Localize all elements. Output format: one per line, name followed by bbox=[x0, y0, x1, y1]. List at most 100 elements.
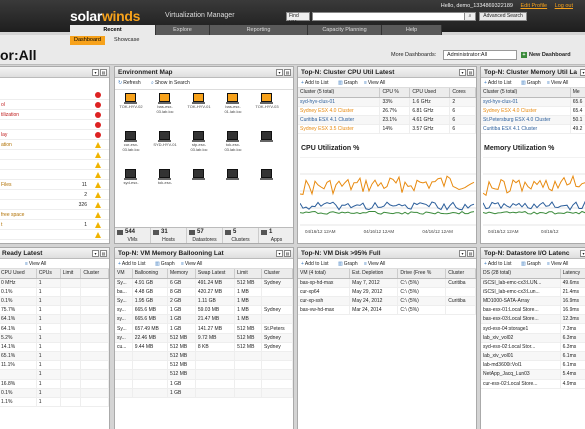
column-header[interactable]: VM (4 total) bbox=[298, 269, 351, 279]
table-row[interactable]: cur-xp-ssh May 24, 2012 C:\ (5%) Curitiba bbox=[298, 296, 476, 307]
column-header[interactable]: VM bbox=[115, 269, 133, 279]
table-row[interactable]: 65.1% 1 bbox=[0, 351, 109, 362]
add-to-list-link[interactable]: +Add to List bbox=[484, 261, 512, 267]
refresh-link[interactable]: ↻Refresh bbox=[118, 80, 141, 86]
table-row[interactable]: St.Petersburg ESX 4.0 Cluster 50.1 bbox=[481, 115, 585, 126]
panel-settings-icon[interactable]: ▤ bbox=[284, 69, 291, 76]
table-row[interactable]: lab_xiv_vol01 6.1ms bbox=[481, 351, 585, 362]
table-row[interactable]: Sy... 4.91 GB 6 GB 491.24 MB 512 MB Sydney bbox=[115, 278, 293, 288]
graph-link[interactable]: ▥Graph bbox=[521, 80, 541, 86]
vm-node[interactable]: bas-esx-03.lab.loc bbox=[151, 93, 179, 115]
vm-node[interactable]: SYD-HYV-01 bbox=[151, 131, 179, 153]
column-header[interactable]: Cluster (5 total) bbox=[298, 88, 381, 98]
list-item[interactable] bbox=[0, 120, 109, 130]
view-all-link[interactable]: ≡View All bbox=[547, 80, 568, 86]
panel-menu-icon[interactable]: ▾ bbox=[580, 69, 585, 76]
table-row[interactable]: cu... 9.44 MB 512 MB 8 KB 512 MB Sydney bbox=[115, 342, 293, 353]
env-tab-datastores[interactable]: 57 Datastores bbox=[187, 228, 223, 243]
vm-node[interactable] bbox=[219, 169, 247, 191]
list-item[interactable] bbox=[0, 160, 109, 170]
table-row[interactable]: 512 MB bbox=[115, 351, 293, 362]
column-header[interactable]: Limit bbox=[60, 269, 82, 279]
search-scope-select[interactable]: Find VMs: bbox=[286, 12, 310, 26]
add-to-list-link[interactable]: +Add to List bbox=[118, 261, 146, 267]
table-row[interactable]: syd-hyv-clus-01 65.6 bbox=[481, 97, 585, 107]
list-item[interactable]: 2 bbox=[0, 190, 109, 200]
advanced-search-button[interactable]: Advanced Search bbox=[479, 12, 527, 21]
edit-profile-link[interactable]: Edit Profile bbox=[521, 3, 548, 9]
vm-node[interactable]: TOK-HYV-03 bbox=[253, 93, 281, 115]
column-header[interactable]: Ballooning bbox=[132, 269, 168, 279]
table-row[interactable]: sy... 22.46 MB 512 MB 9.72 MB 512 MB Sydney bbox=[115, 333, 293, 343]
column-header[interactable]: Swap Latest bbox=[195, 269, 236, 279]
view-all-link[interactable]: ≡View All bbox=[181, 261, 202, 267]
list-item[interactable] bbox=[0, 150, 109, 160]
table-row[interactable]: ba... 4.48 GB 8 GB 420.27 MB 1 MB bbox=[115, 287, 293, 297]
list-item[interactable]: 326 bbox=[0, 200, 109, 210]
view-all-link[interactable]: ≡View All bbox=[364, 261, 385, 267]
table-row[interactable]: cur-esx-02:Local Store... 4.9ms bbox=[481, 379, 585, 389]
list-item[interactable] bbox=[0, 170, 109, 180]
table-row[interactable]: 512 MB bbox=[115, 369, 293, 380]
vm-node[interactable]: syd-esx- bbox=[117, 169, 145, 191]
new-dashboard-button[interactable]: + New Dashboard bbox=[521, 52, 571, 58]
env-tab-clusters[interactable]: 5 Clusters bbox=[223, 228, 259, 243]
search-input[interactable] bbox=[312, 12, 474, 21]
panel-settings-icon[interactable]: ▤ bbox=[100, 69, 107, 76]
table-row[interactable]: 1 GB bbox=[115, 379, 293, 389]
table-row[interactable]: Sydney ESX 4.0 Cluster 26.7% 6.81 GHz 6 bbox=[298, 106, 476, 116]
list-item[interactable] bbox=[0, 230, 109, 240]
table-row[interactable]: lab-md3600i:Vol1 6.1ms bbox=[481, 360, 585, 371]
panel-settings-icon[interactable]: ▤ bbox=[100, 250, 107, 257]
add-to-list-link[interactable]: +Add to List bbox=[484, 80, 512, 86]
column-header[interactable]: Cluster bbox=[80, 269, 109, 279]
table-row[interactable]: 0.1% 1 bbox=[0, 296, 109, 307]
list-item[interactable]: ation bbox=[0, 140, 109, 150]
table-row[interactable]: 11.1% 1 bbox=[0, 360, 109, 371]
vm-node[interactable] bbox=[185, 169, 213, 191]
panel-menu-icon[interactable]: ▾ bbox=[92, 69, 99, 76]
table-row[interactable]: 0 MHz 1 bbox=[0, 278, 109, 288]
logout-link[interactable]: Log out bbox=[555, 3, 573, 9]
add-to-list-link[interactable]: +Add to List bbox=[301, 80, 329, 86]
table-row[interactable]: iSCSI_lab-emc-cx3:LUN... 49.6ms bbox=[481, 278, 585, 288]
table-row[interactable]: 5.2% 1 bbox=[0, 333, 109, 343]
tab-help[interactable]: Help bbox=[382, 25, 442, 35]
table-row[interactable]: 64.1% 1 bbox=[0, 314, 109, 325]
panel-menu-icon[interactable]: ▾ bbox=[92, 250, 99, 257]
table-row[interactable]: syd-esx-04:storage1 7.3ms bbox=[481, 323, 585, 334]
list-item[interactable]: lay bbox=[0, 130, 109, 140]
column-header[interactable]: Limit bbox=[234, 269, 263, 279]
subtab-dashboard[interactable]: Dashboard bbox=[70, 36, 105, 45]
table-row[interactable]: iSCSI_lab-emc-cx3:Lun... 21.4ms bbox=[481, 287, 585, 297]
list-item[interactable]: ol bbox=[0, 100, 109, 110]
table-row[interactable]: 0.1% 1 bbox=[0, 287, 109, 297]
list-item[interactable]: Files 11 bbox=[0, 180, 109, 190]
table-row[interactable]: Sydney ESX 3.5 Cluster 14% 3.57 GHz 6 bbox=[298, 124, 476, 135]
table-row[interactable]: bas-esx-01:Local Store... 16.9ms bbox=[481, 305, 585, 316]
vm-node[interactable]: tok-esx- bbox=[151, 169, 179, 191]
solarwinds-logo[interactable]: solarwinds bbox=[70, 8, 140, 24]
table-row[interactable]: Curitiba ESX 4.1 Cluster 23.1% 4.61 GHz 6 bbox=[298, 115, 476, 126]
list-item[interactable]: tilization bbox=[0, 110, 109, 120]
show-in-search-link[interactable]: ⌕Show in Search bbox=[151, 80, 190, 86]
vm-node[interactable]: tok-esx-03.lab.loc bbox=[219, 131, 247, 153]
tab-reporting[interactable]: Reporting bbox=[210, 25, 308, 35]
table-row[interactable]: syd-esx-02:Local Stor... 6.3ms bbox=[481, 342, 585, 353]
env-tab-vms[interactable]: 544 VMs bbox=[115, 228, 151, 243]
column-header[interactable]: Est. Depletion bbox=[349, 269, 399, 279]
table-row[interactable]: 1.1% 1 bbox=[0, 397, 109, 408]
env-tab-apps[interactable]: 1 Apps bbox=[259, 228, 293, 243]
graph-link[interactable]: ▥Graph bbox=[338, 80, 358, 86]
table-row[interactable]: bas-esx-03:Local Store... 12.3ms bbox=[481, 314, 585, 325]
list-item[interactable]: t1 bbox=[0, 220, 109, 230]
table-row[interactable]: Sy... 657.49 MB 1 GB 141.27 MB 512 MB St.Pete… bbox=[115, 323, 293, 334]
panel-menu-icon[interactable]: ▾ bbox=[459, 69, 466, 76]
panel-menu-icon[interactable]: ▾ bbox=[276, 69, 283, 76]
column-header[interactable]: CPU Used bbox=[0, 269, 37, 279]
vm-node[interactable] bbox=[253, 169, 281, 191]
panel-menu-icon[interactable]: ▾ bbox=[580, 250, 585, 257]
table-row[interactable]: Sy... 1.95 GB 2 GB 1.11 GB 1 MB bbox=[115, 296, 293, 307]
column-header[interactable]: CPUs bbox=[36, 269, 61, 279]
table-row[interactable]: MD1000-SATA-Array 16.9ms bbox=[481, 296, 585, 307]
